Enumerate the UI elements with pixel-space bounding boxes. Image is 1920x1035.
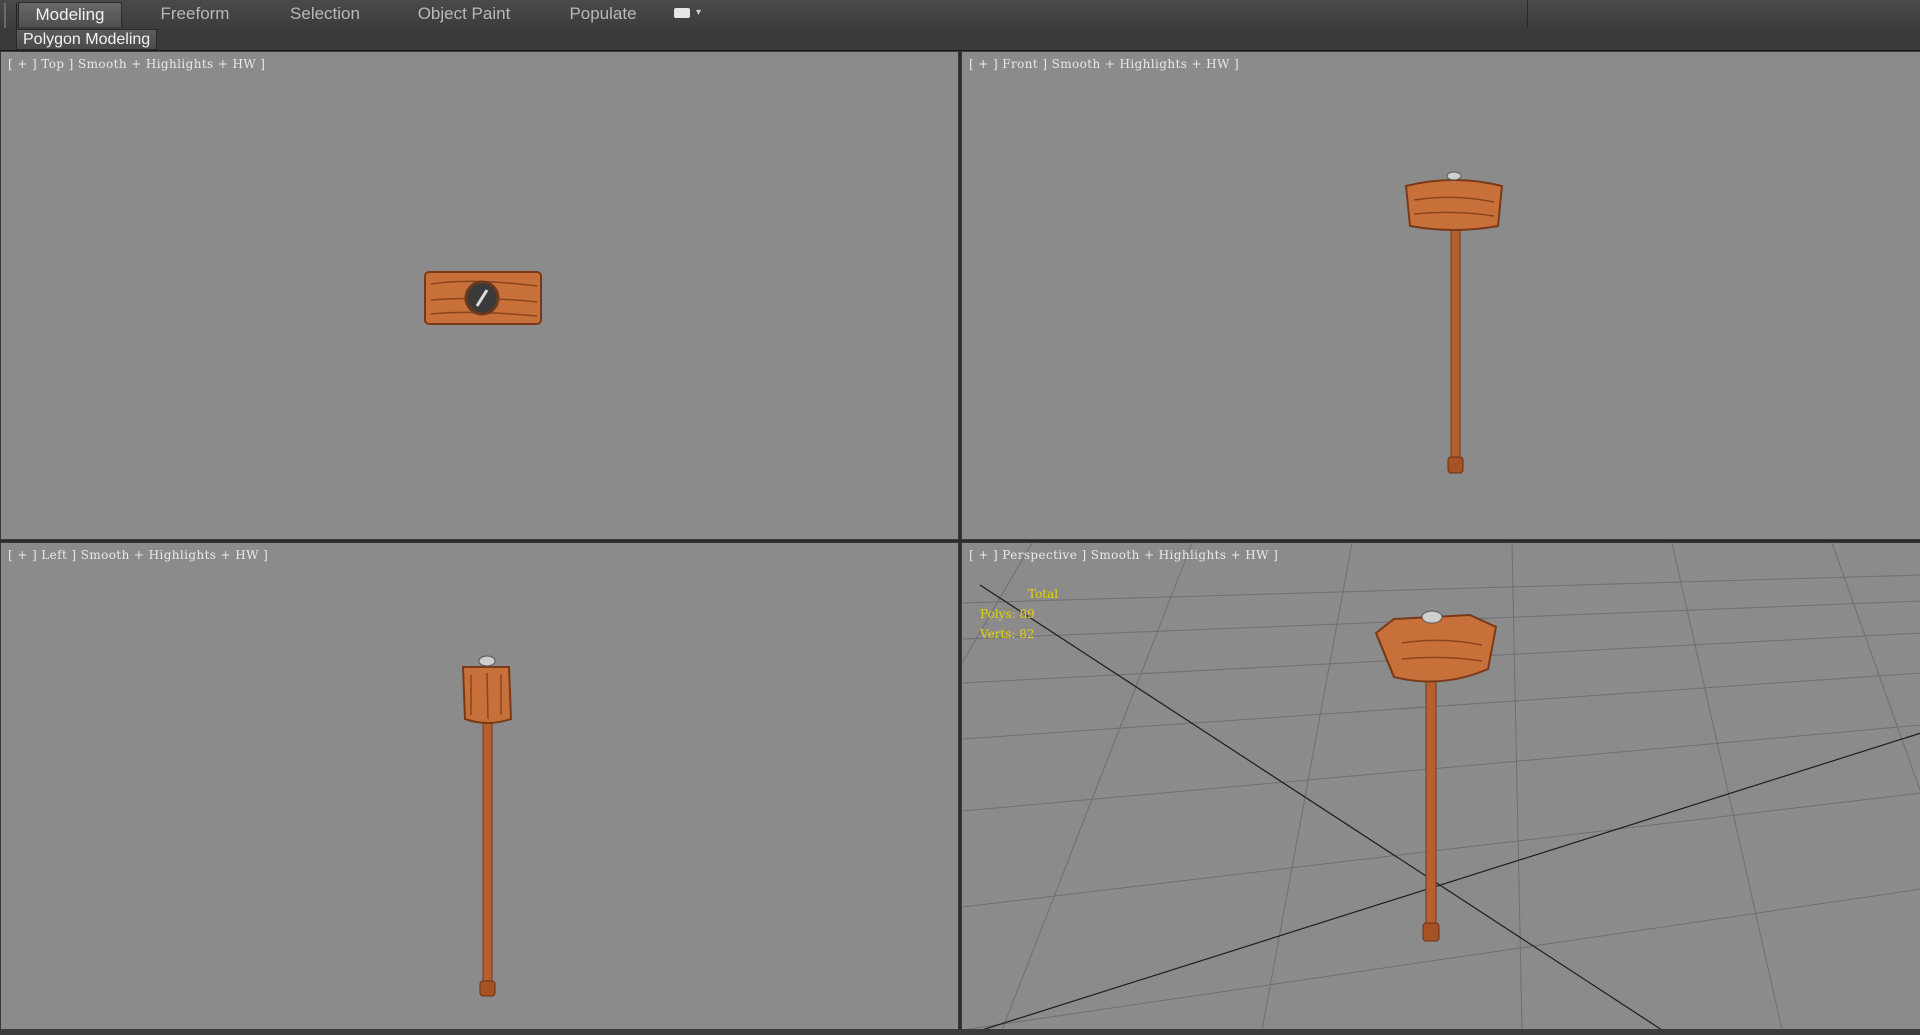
ribbon-panel-bar: Polygon Modeling xyxy=(0,28,1920,51)
viewport-front[interactable]: [ + ] Front ] Smooth + Highlights + HW ] xyxy=(961,51,1920,540)
viewport-label-top[interactable]: [ + ] Top ] Smooth + Highlights + HW ] xyxy=(8,57,265,71)
ribbon-tabs-bar: Modeling Freeform Selection Object Paint… xyxy=(0,0,1920,51)
viewport-label-left[interactable]: [ + ] Left ] Smooth + Highlights + HW ] xyxy=(8,548,268,562)
viewport-label-front[interactable]: [ + ] Front ] Smooth + Highlights + HW ] xyxy=(969,57,1239,71)
viewport-perspective[interactable]: [ + ] Perspective ] Smooth + Highlights … xyxy=(961,542,1920,1031)
tab-freeform[interactable]: Freeform xyxy=(140,2,250,26)
ribbon-divider xyxy=(1527,0,1528,28)
left-view-scene xyxy=(461,655,513,997)
perspective-scene xyxy=(962,543,1920,1030)
tab-selection[interactable]: Selection xyxy=(270,2,380,26)
ribbon-options-icon[interactable] xyxy=(674,8,690,18)
tab-modeling[interactable]: Modeling xyxy=(18,2,122,27)
front-view-scene xyxy=(1404,171,1504,474)
scene-statistics: Total Polys: 89 Verts: 82 xyxy=(980,584,1058,644)
tab-populate[interactable]: Populate xyxy=(548,2,658,26)
status-bar-edge xyxy=(0,1029,1920,1035)
viewport-top[interactable]: [ + ] Top ] Smooth + Highlights + HW ] xyxy=(0,51,959,540)
stats-verts: Verts: 82 xyxy=(980,627,1035,641)
hammer-front xyxy=(1404,171,1504,474)
hammer-perspective xyxy=(1374,610,1498,942)
tab-object-paint[interactable]: Object Paint xyxy=(402,2,526,26)
chevron-down-icon[interactable]: ▾ xyxy=(696,6,701,20)
hammer-left xyxy=(461,655,513,997)
top-view-scene xyxy=(424,271,542,325)
viewport-label-perspective[interactable]: [ + ] Perspective ] Smooth + Highlights … xyxy=(969,548,1278,562)
viewport-left[interactable]: [ + ] Left ] Smooth + Highlights + HW ] xyxy=(0,542,959,1031)
stats-polys: Polys: 89 xyxy=(980,607,1035,621)
stats-total-label: Total xyxy=(1028,587,1059,601)
hammer-head-top xyxy=(424,271,542,325)
polygon-modeling-panel[interactable]: Polygon Modeling xyxy=(16,29,158,50)
